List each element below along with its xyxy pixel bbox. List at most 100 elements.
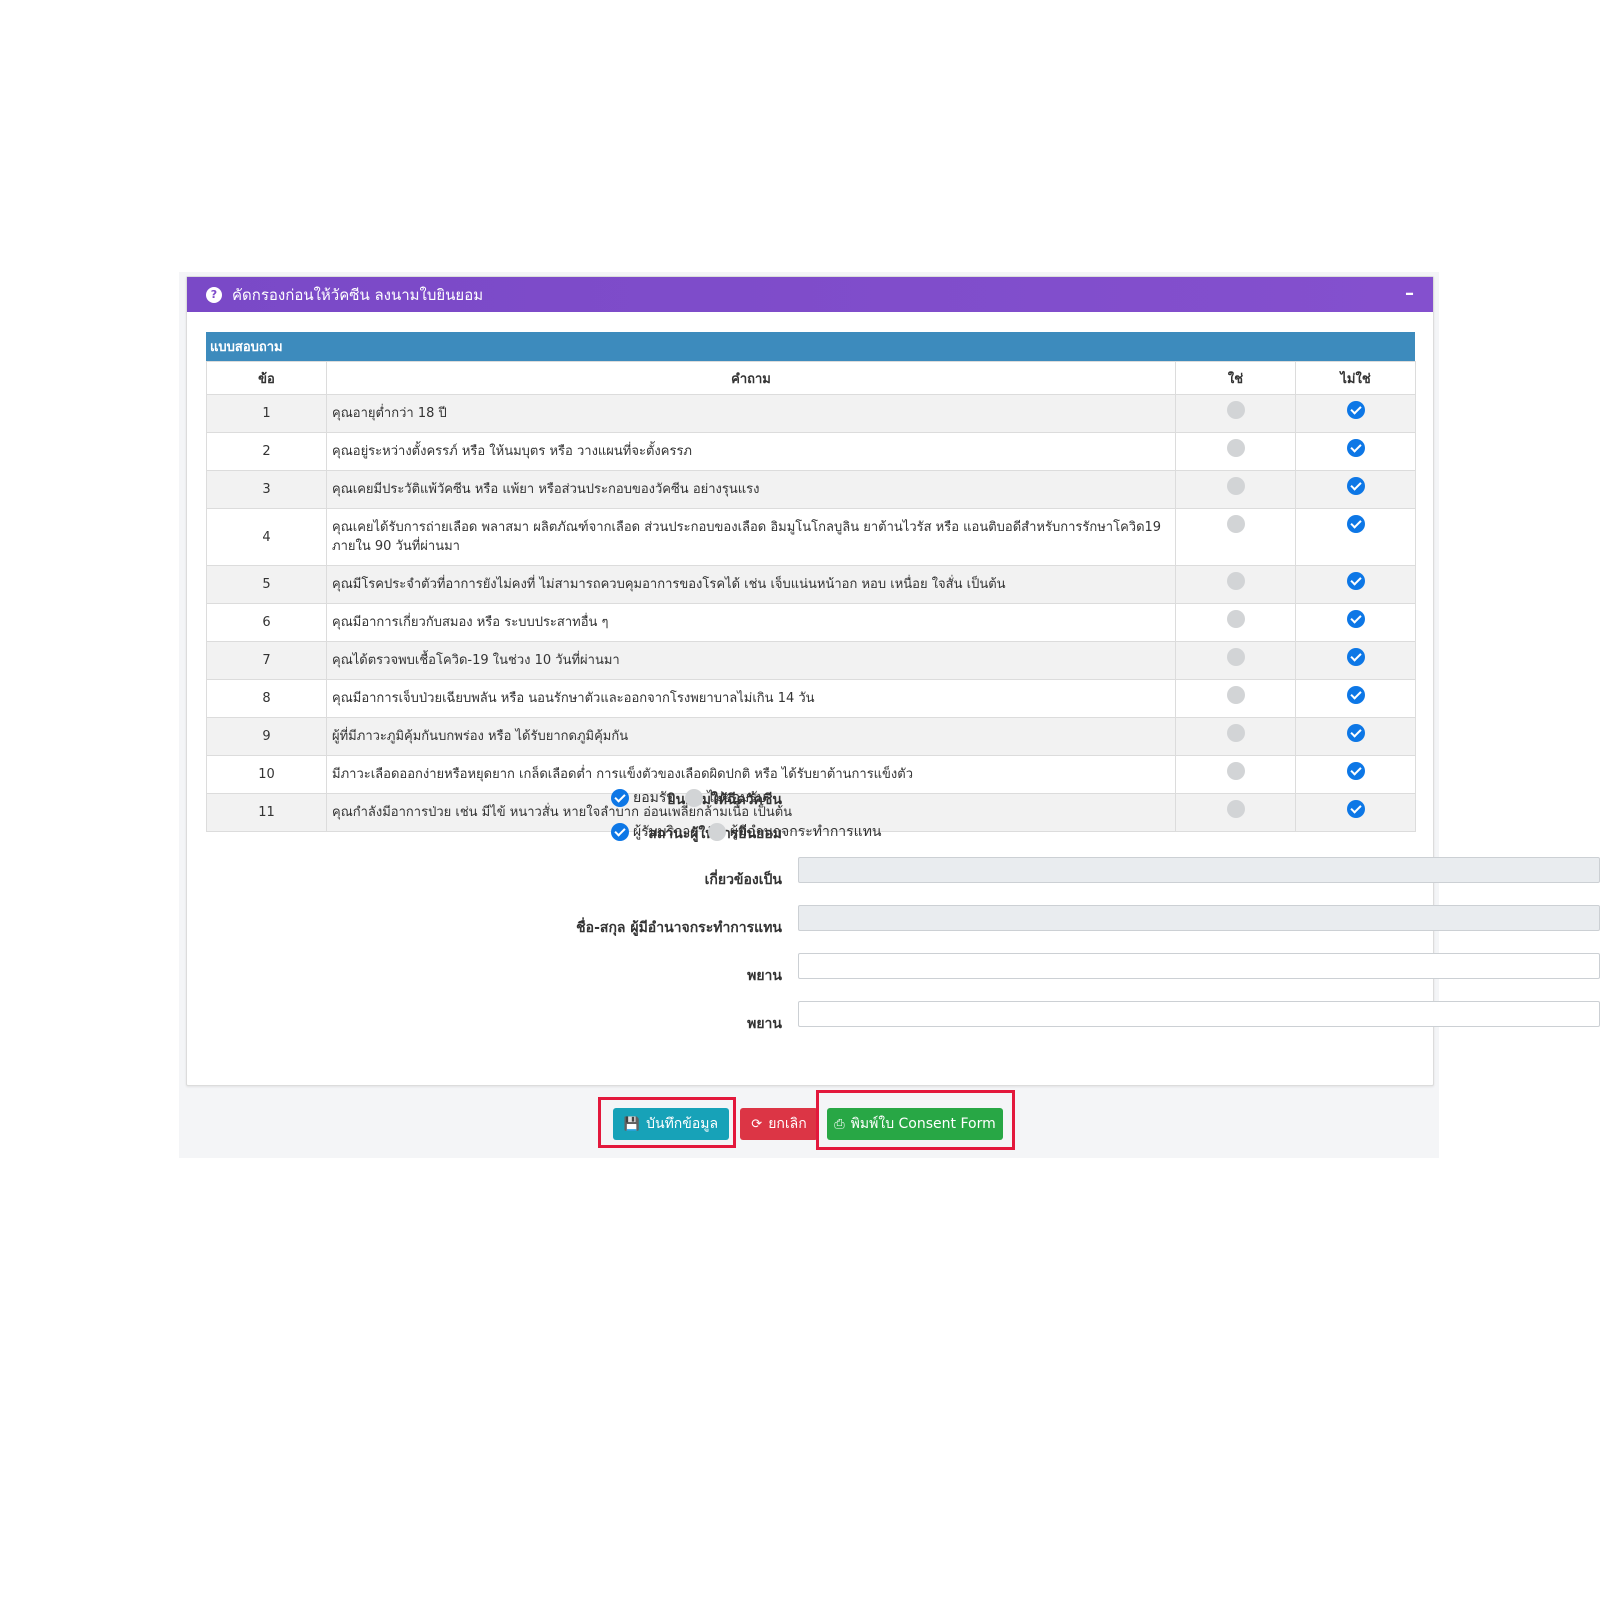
radio-checked-icon[interactable] [1346, 648, 1365, 666]
no-radio-cell[interactable] [1295, 508, 1416, 566]
yes-radio-cell[interactable] [1175, 470, 1296, 509]
refresh-icon: ⟳ [751, 1116, 763, 1132]
row-number: 6 [206, 603, 327, 642]
radio-checked-icon[interactable] [1346, 686, 1365, 704]
table-row: 4 คุณเคยได้รับการถ่ายเลือด พลาสมา ผลิตภัณ… [206, 508, 1416, 566]
radio-unchecked-icon[interactable] [1226, 515, 1245, 533]
table-row: 9 ผู้ที่มีภาวะภูมิคุ้มกันบกพร่อง หรือ ได้… [206, 717, 1416, 756]
consenter-status-options: ผู้รับบริการ ผู้มีอำนาจกระทำการแทน [611, 821, 892, 843]
column-header-yes: ใช่ [1175, 361, 1296, 395]
questionnaire-table-wrap: แบบสอบถาม ข้อ คำถาม ใช่ ไม่ใช่ 1 คุณอายุต… [206, 332, 1416, 832]
relation-label: เกี่ยวข้องเป็น [704, 872, 782, 888]
highlight-box-save [598, 1097, 736, 1148]
column-header-question: คำถาม [326, 361, 1176, 395]
status-representative-radio[interactable]: ผู้มีอำนาจกระทำการแทน [707, 821, 882, 843]
table-row: 3 คุณเคยมีประวัติแพ้วัคซีน หรือ แพ้ยา หรื… [206, 470, 1416, 509]
consent-decline-label: ไม่ยอมรับ [707, 790, 766, 806]
table-row: 10 มีภาวะเลือดออกง่ายหรือหยุดยาก เกล็ดเลื… [206, 755, 1416, 794]
status-self-radio[interactable]: ผู้รับบริการ [611, 821, 698, 843]
radio-unchecked-icon[interactable] [1226, 477, 1245, 495]
yes-radio-cell[interactable] [1175, 432, 1296, 471]
radio-unchecked-icon[interactable] [1226, 572, 1245, 590]
row-question: ผู้ที่มีภาวะภูมิคุ้มกันบกพร่อง หรือ ได้ร… [326, 717, 1176, 756]
radio-unchecked-icon[interactable] [1226, 648, 1245, 666]
radio-unchecked-icon [685, 789, 704, 807]
no-radio-cell[interactable] [1295, 641, 1416, 680]
no-radio-cell[interactable] [1295, 394, 1416, 433]
row-number: 8 [206, 679, 327, 718]
consent-decline-radio[interactable]: ไม่ยอมรับ [685, 787, 766, 809]
no-radio-cell[interactable] [1295, 565, 1416, 604]
table-row: 2 คุณอยู่ระหว่างตั้งครรภ์ หรือ ให้นมบุตร … [206, 432, 1416, 471]
radio-checked-icon[interactable] [1346, 401, 1365, 419]
row-number: 7 [206, 641, 327, 680]
yes-radio-cell[interactable] [1175, 793, 1296, 832]
no-radio-cell[interactable] [1295, 717, 1416, 756]
radio-checked-icon [611, 823, 629, 841]
radio-unchecked-icon[interactable] [1226, 724, 1245, 742]
no-radio-cell[interactable] [1295, 793, 1416, 832]
cancel-button-label: ยกเลิก [768, 1116, 807, 1132]
yes-radio-cell[interactable] [1175, 603, 1296, 642]
radio-unchecked-icon[interactable] [1226, 686, 1245, 704]
row-number: 2 [206, 432, 327, 471]
table-row: 6 คุณมีอาการเกี่ยวกับสมอง หรือ ระบบประสาท… [206, 603, 1416, 642]
relation-field[interactable] [798, 857, 1600, 883]
radio-checked-icon[interactable] [1346, 572, 1365, 590]
card-title: คัดกรองก่อนให้วัคซีน ลงนามใบยินยอม [232, 285, 484, 304]
witness1-field[interactable] [798, 953, 1600, 979]
row-number: 10 [206, 755, 327, 794]
row-number: 9 [206, 717, 327, 756]
radio-checked-icon[interactable] [1346, 762, 1365, 780]
radio-checked-icon[interactable] [1346, 724, 1365, 742]
no-radio-cell[interactable] [1295, 603, 1416, 642]
no-radio-cell[interactable] [1295, 755, 1416, 794]
status-self-label: ผู้รับบริการ [633, 824, 698, 840]
radio-checked-icon[interactable] [1346, 610, 1365, 628]
yes-radio-cell[interactable] [1175, 508, 1296, 566]
radio-unchecked-icon[interactable] [1226, 401, 1245, 419]
yes-radio-cell[interactable] [1175, 755, 1296, 794]
representative-name-label: ชื่อ-สกุล ผู้มีอำนาจกระทำการแทน [576, 920, 782, 936]
question-circle-icon: ? [206, 286, 222, 303]
yes-radio-cell[interactable] [1175, 565, 1296, 604]
card-header: ? คัดกรองก่อนให้วัคซีน ลงนามใบยินยอม – [187, 277, 1433, 312]
table-row: 5 คุณมีโรคประจำตัวที่อาการยังไม่คงที่ ไม่… [206, 565, 1416, 604]
collapse-button[interactable]: – [1405, 285, 1419, 303]
no-radio-cell[interactable] [1295, 432, 1416, 471]
witness1-label: พยาน [747, 968, 782, 984]
consent-accept-radio[interactable]: ยอมรับ [611, 787, 675, 809]
questionnaire-title: แบบสอบถาม [206, 332, 1415, 361]
radio-checked-icon[interactable] [1346, 477, 1365, 495]
consent-options: ยอมรับ ไม่ยอมรับ [611, 787, 776, 809]
no-radio-cell[interactable] [1295, 679, 1416, 718]
screening-card: ? คัดกรองก่อนให้วัคซีน ลงนามใบยินยอม – แ… [186, 276, 1600, 1086]
radio-unchecked-icon [707, 823, 726, 841]
row-question: คุณมีอาการเกี่ยวกับสมอง หรือ ระบบประสาทอ… [326, 603, 1176, 642]
yes-radio-cell[interactable] [1175, 717, 1296, 756]
row-question: คุณมีอาการเจ็บป่วยเฉียบพลัน หรือ นอนรักษ… [326, 679, 1176, 718]
radio-unchecked-icon[interactable] [1226, 800, 1245, 818]
yes-radio-cell[interactable] [1175, 641, 1296, 680]
yes-radio-cell[interactable] [1175, 679, 1296, 718]
row-question: คุณเคยมีประวัติแพ้วัคซีน หรือ แพ้ยา หรือ… [326, 470, 1176, 509]
radio-checked-icon [611, 789, 629, 807]
witness2-field[interactable] [798, 1001, 1600, 1027]
radio-checked-icon[interactable] [1346, 800, 1365, 818]
questionnaire-table: ข้อ คำถาม ใช่ ไม่ใช่ 1 คุณอายุต่ำกว่า 18 … [206, 361, 1416, 832]
radio-checked-icon[interactable] [1346, 439, 1365, 457]
no-radio-cell[interactable] [1295, 470, 1416, 509]
row-number: 11 [206, 793, 327, 832]
row-number: 3 [206, 470, 327, 509]
row-number: 4 [206, 508, 327, 566]
radio-unchecked-icon[interactable] [1226, 762, 1245, 780]
radio-unchecked-icon[interactable] [1226, 439, 1245, 457]
consent-accept-label: ยอมรับ [633, 790, 676, 806]
status-representative-label: ผู้มีอำนาจกระทำการแทน [729, 824, 882, 840]
cancel-button[interactable]: ⟳ ยกเลิก [740, 1108, 818, 1140]
representative-name-field[interactable] [798, 905, 1600, 931]
radio-unchecked-icon[interactable] [1226, 610, 1245, 628]
radio-checked-icon[interactable] [1346, 515, 1365, 533]
table-row: 8 คุณมีอาการเจ็บป่วยเฉียบพลัน หรือ นอนรัก… [206, 679, 1416, 718]
yes-radio-cell[interactable] [1175, 394, 1296, 433]
